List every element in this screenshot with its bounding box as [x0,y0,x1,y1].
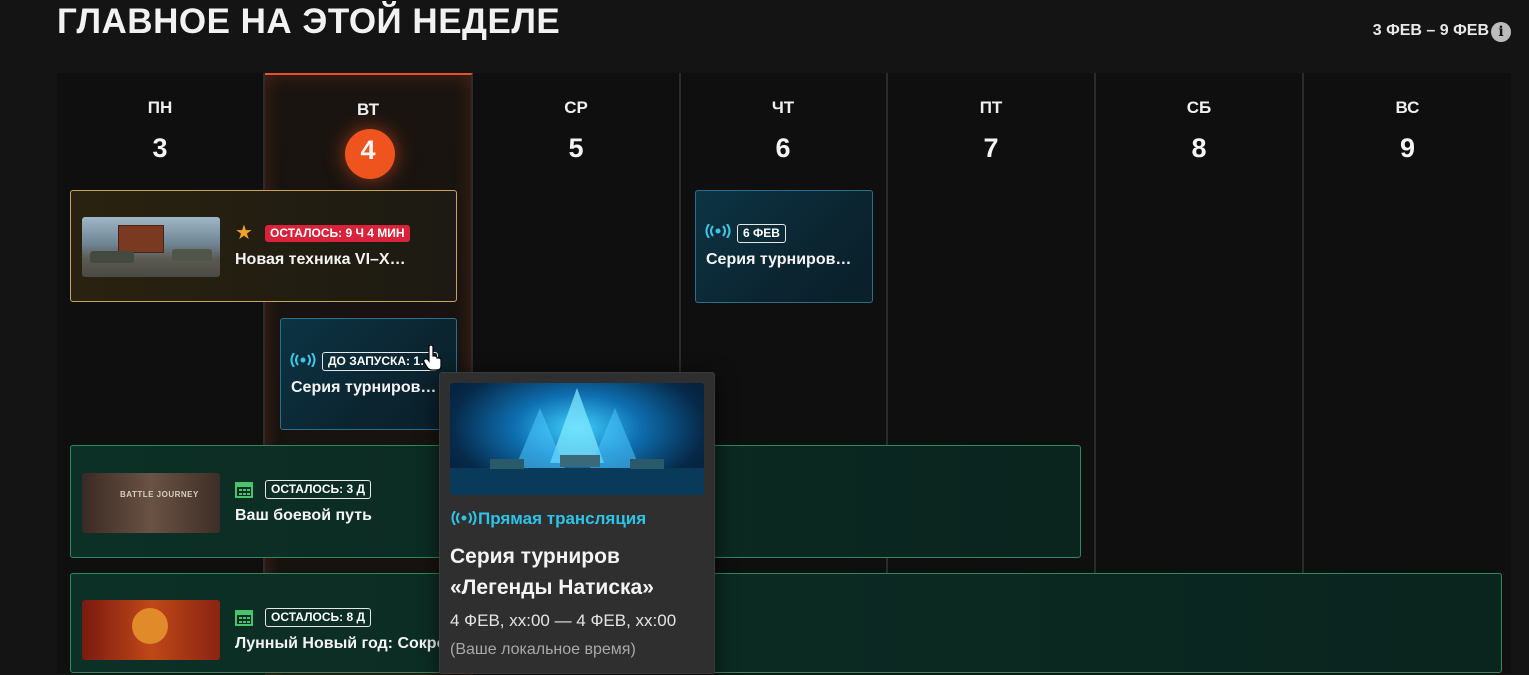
page-title: ГЛАВНОЕ НА ЭТОЙ НЕДЕЛЕ [57,2,561,41]
tooltip-title-line1: Серия турниров [450,545,620,568]
star-icon: ★ [235,222,253,244]
event-tooltip: Прямая трансляция Серия турниров «Легенд… [439,372,715,674]
tank-shape [172,249,212,261]
event-thumbnail [82,600,220,660]
tooltip-time: 4 ФЕВ, хх:00 — 4 ФЕВ, хх:00 [450,611,677,630]
day-number: 8 [1191,133,1207,163]
event-title: Серия турниров… [291,379,437,396]
broadcast-icon [451,510,477,526]
broadcast-icon [290,352,316,372]
date-range: 3 ФЕВ – 9 ФЕВ [1372,22,1489,39]
event-date-badge: 6 ФЕВ [737,224,786,243]
event-card-lunar-new-year[interactable]: ОСТАЛОСЬ: 8 Д Лунный Новый год: Сокров [70,573,1502,673]
day-name: ПН [147,98,173,117]
event-card-new-vehicles[interactable]: ★ ОСТАЛОСЬ: 9 Ч 4 МИН Новая техника VI–X… [70,190,457,302]
day-name: ВС [1395,98,1420,117]
live-label-text: Прямая трансляция [478,509,647,528]
event-title: Серия турниров… [706,251,852,268]
building-shape [118,225,164,253]
event-title: Новая техника VI–X… [235,251,406,268]
day-name: СБ [1186,98,1212,117]
event-title: Лунный Новый год: Сокров [235,635,457,652]
day-name: СР [564,98,588,117]
event-thumbnail: BATTLE JOURNEY [82,473,220,533]
cat-shape [132,608,168,644]
calendar-icon [235,480,253,503]
crystal-shapes [450,388,704,495]
day-number: 4 [360,135,376,165]
tank-shape [90,251,134,263]
event-card-tournament-thu[interactable]: 6 ФЕВ Серия турниров… [695,190,873,303]
info-icon[interactable]: i [1491,22,1511,42]
event-card-tournament-tue[interactable]: ДО ЗАПУСКА: 1… Серия турниров… [280,318,457,430]
event-timer-badge: ОСТАЛОСЬ: 8 Д [265,608,372,627]
day-name: ПТ [979,98,1003,117]
event-title: Ваш боевой путь [235,507,372,524]
day-number: 7 [983,133,999,163]
day-name: ЧТ [771,98,795,117]
day-number: 3 [152,133,168,163]
day-number: 5 [568,133,584,163]
event-countdown-badge: ДО ЗАПУСКА: 1… [322,352,438,371]
broadcast-icon [705,223,731,243]
event-timer-badge: ОСТАЛОСЬ: 3 Д [265,480,372,499]
tooltip-image [450,383,704,495]
day-number: 6 [775,133,791,163]
thumbnail-logo-text: BATTLE JOURNEY [120,490,199,499]
day-number: 9 [1399,133,1416,163]
event-timer-badge: ОСТАЛОСЬ: 9 Ч 4 МИН [265,224,410,242]
calendar-icon [235,608,253,631]
tooltip-title: Серия турниров «Легенды Натиска» [450,541,700,603]
day-name: ВТ [356,100,379,119]
tooltip-live-label: Прямая трансляция [450,509,646,529]
hand-cursor-icon [422,344,444,371]
tooltip-title-line2: «Легенды Натиска» [450,576,654,599]
event-thumbnail [82,217,220,277]
tooltip-local-time-note: (Ваше локальное время) [450,641,636,658]
